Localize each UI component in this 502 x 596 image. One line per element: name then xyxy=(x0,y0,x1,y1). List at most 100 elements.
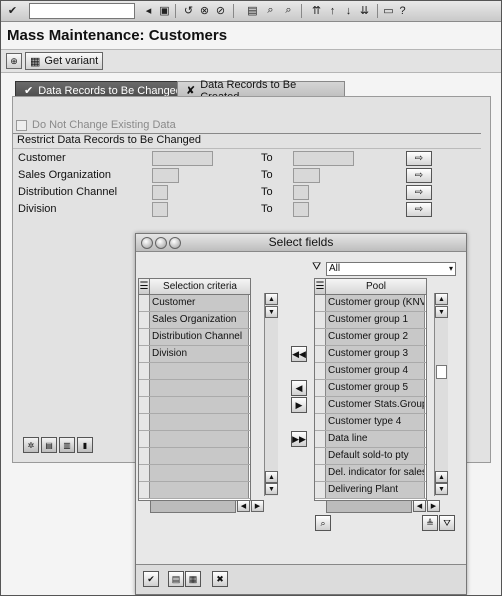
table-row[interactable] xyxy=(139,482,250,499)
scroll-left-icon[interactable]: ◀ xyxy=(413,500,426,512)
move-right-icon[interactable]: ▶ xyxy=(291,397,307,413)
move-all-right-icon[interactable]: ▶▶ xyxy=(291,431,307,447)
scroll-up-icon[interactable]: ▲ xyxy=(435,471,448,483)
table-row[interactable] xyxy=(139,448,250,465)
window-icon[interactable]: ▭ xyxy=(381,3,396,18)
scroll-down-icon[interactable]: ▼ xyxy=(265,306,278,318)
table-row[interactable]: Default sold-to pty xyxy=(315,448,426,465)
display-icon[interactable]: ▤ xyxy=(41,437,57,453)
last-page-icon[interactable]: ⇊ xyxy=(357,3,372,18)
scroll-left-icon[interactable]: ◀ xyxy=(237,500,250,512)
help-icon[interactable]: ? xyxy=(395,3,410,18)
division-from-field[interactable] xyxy=(152,202,168,217)
close-light-icon[interactable] xyxy=(141,237,153,249)
move-all-left-icon[interactable]: ◀◀ xyxy=(291,346,307,362)
distribution-channel-to-field[interactable] xyxy=(293,185,309,200)
details-icon[interactable]: ▤ xyxy=(168,571,184,587)
scroll-thumb[interactable] xyxy=(436,365,447,379)
first-page-icon[interactable]: ⇈ xyxy=(309,3,324,18)
row-cell[interactable]: Division xyxy=(150,346,249,362)
multiple-selection-button[interactable]: ⇨ xyxy=(406,168,432,183)
row-selector[interactable] xyxy=(315,329,326,345)
row-cell[interactable]: Del. indicator for sales ... xyxy=(326,465,425,481)
select-all-icon[interactable]: ☰ xyxy=(315,279,326,295)
row-selector[interactable] xyxy=(139,363,150,379)
filter-icon[interactable]: ⛛ xyxy=(439,515,455,531)
table-row[interactable] xyxy=(139,397,250,414)
table-row[interactable]: Delivering Plant xyxy=(315,482,426,499)
row-cell[interactable]: Customer group 2 xyxy=(326,329,425,345)
table-row[interactable]: Customer group 4 xyxy=(315,363,426,380)
row-cell[interactable]: Customer group 5 xyxy=(326,380,425,396)
zoom-light-icon[interactable] xyxy=(169,237,181,249)
row-selector[interactable] xyxy=(315,448,326,464)
table-row[interactable] xyxy=(139,465,250,482)
table-row[interactable] xyxy=(139,414,250,431)
row-selector[interactable] xyxy=(139,397,150,413)
table-row[interactable]: Customer group (KNVV- xyxy=(315,295,426,312)
check-icon[interactable]: ✔ xyxy=(5,3,20,18)
cancel-icon[interactable]: ✖ xyxy=(212,571,228,587)
customer-to-field[interactable] xyxy=(293,151,354,166)
scroll-down-icon[interactable]: ▼ xyxy=(435,306,448,318)
row-cell[interactable]: Customer group 3 xyxy=(326,346,425,362)
table-row[interactable] xyxy=(139,431,250,448)
row-cell[interactable]: Customer Stats.Group xyxy=(326,397,425,413)
minimize-light-icon[interactable] xyxy=(155,237,167,249)
row-cell[interactable]: Default sold-to pty xyxy=(326,448,425,464)
sort-icon[interactable]: ≜ xyxy=(422,515,438,531)
multiple-selection-button[interactable]: ⇨ xyxy=(406,151,432,166)
row-selector[interactable] xyxy=(315,346,326,362)
table-row[interactable]: Customer group 3 xyxy=(315,346,426,363)
row-selector[interactable] xyxy=(139,329,150,345)
row-cell[interactable]: Data line xyxy=(326,431,425,447)
row-selector[interactable] xyxy=(139,431,150,447)
next-page-icon[interactable]: ↓ xyxy=(341,3,356,18)
row-selector[interactable] xyxy=(315,414,326,430)
row-cell[interactable]: Delivering Plant xyxy=(326,482,425,498)
left-vertical-scrollbar[interactable]: ▲ ▼ ▲ ▼ xyxy=(264,293,278,496)
row-cell[interactable]: Sales Organization xyxy=(150,312,249,328)
row-cell[interactable] xyxy=(150,448,249,464)
row-selector[interactable] xyxy=(315,397,326,413)
select-all-icon[interactable]: ☰ xyxy=(139,279,150,295)
chart-icon[interactable]: ▮ xyxy=(77,437,93,453)
row-selector[interactable] xyxy=(139,414,150,430)
row-selector[interactable] xyxy=(315,380,326,396)
command-field[interactable] xyxy=(29,3,135,19)
row-cell[interactable]: Customer group (KNVV- xyxy=(326,295,425,311)
multiple-selection-button[interactable]: ⇨ xyxy=(406,202,432,217)
table-row[interactable] xyxy=(139,380,250,397)
table-row[interactable]: Customer xyxy=(139,295,250,312)
scroll-right-icon[interactable]: ▶ xyxy=(251,500,264,512)
right-horizontal-scrollbar[interactable] xyxy=(326,500,412,513)
multiple-selection-button[interactable]: ⇨ xyxy=(406,185,432,200)
table-row[interactable]: Customer group 2 xyxy=(315,329,426,346)
table-row[interactable]: Customer Stats.Group xyxy=(315,397,426,414)
row-cell[interactable] xyxy=(150,431,249,447)
scroll-up-icon[interactable]: ▲ xyxy=(435,293,448,305)
row-cell[interactable]: Customer group 4 xyxy=(326,363,425,379)
back-nav-icon[interactable]: ↺ xyxy=(181,3,196,18)
execute-icon[interactable]: ⊕ xyxy=(6,53,22,69)
prev-page-icon[interactable]: ↑ xyxy=(325,3,340,18)
customer-from-field[interactable] xyxy=(152,151,213,166)
sales-org-from-field[interactable] xyxy=(152,168,179,183)
row-cell[interactable]: Distribution Channel xyxy=(150,329,249,345)
table-row[interactable] xyxy=(139,363,250,380)
row-selector[interactable] xyxy=(315,431,326,447)
list-icon[interactable]: ▦ xyxy=(185,571,201,587)
checkbox[interactable] xyxy=(16,119,27,131)
row-cell[interactable]: Customer type 4 xyxy=(326,414,425,430)
table-row[interactable]: Del. indicator for sales ... xyxy=(315,465,426,482)
right-vertical-scrollbar[interactable]: ▲ ▼ ▲ ▼ xyxy=(434,293,448,496)
row-selector[interactable] xyxy=(139,380,150,396)
row-selector[interactable] xyxy=(139,465,150,481)
cancel-icon[interactable]: ⊘ xyxy=(213,3,228,18)
move-left-icon[interactable]: ◀ xyxy=(291,380,307,396)
row-selector[interactable] xyxy=(315,465,326,481)
filter-select[interactable]: All ▾ xyxy=(326,262,456,276)
scroll-up-icon[interactable]: ▲ xyxy=(265,471,278,483)
row-cell[interactable] xyxy=(150,397,249,413)
pool-header[interactable]: Pool xyxy=(326,279,426,295)
